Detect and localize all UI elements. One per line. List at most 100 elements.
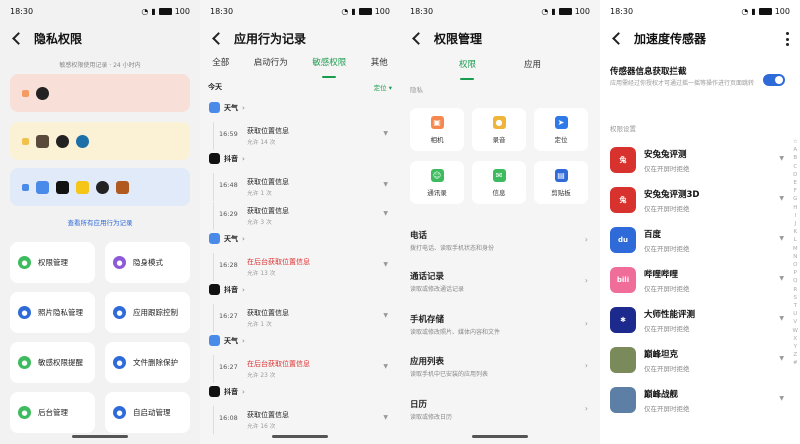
expand-icon[interactable]: ▼ [383, 261, 388, 268]
feature-tile[interactable]: ● 后台管理 [10, 392, 95, 433]
alphabet-letter[interactable]: R [793, 286, 798, 294]
permission-tile[interactable]: ● 录音 [472, 108, 526, 151]
expand-icon[interactable]: ▼ [383, 312, 388, 319]
alphabet-letter[interactable]: C [793, 163, 798, 171]
app-header-row[interactable]: 天气 › [209, 233, 245, 244]
tab-3[interactable]: 其他 [371, 56, 388, 74]
app-row[interactable]: 巅峰坦克 仅在开屏时拒绝 ▼ [610, 340, 786, 380]
dropdown-icon[interactable]: ▼ [779, 155, 784, 162]
alphabet-letter[interactable]: M [793, 245, 798, 253]
alphabet-letter[interactable]: K [793, 228, 798, 236]
back-icon[interactable] [610, 31, 624, 45]
permission-row[interactable]: 通话记录 读取或修改通话记录 › [410, 270, 590, 310]
app-row[interactable]: ✱ 大师性能评测 仅在开屏时拒绝 ▼ [610, 300, 786, 340]
expand-icon[interactable]: ▼ [383, 181, 388, 188]
alphabet-letter[interactable]: G [793, 195, 798, 203]
alphabet-letter[interactable]: H [793, 204, 798, 212]
permission-row[interactable]: 应用列表 读取手机中已安装的应用列表 › [410, 355, 590, 395]
expand-icon[interactable]: ▼ [383, 210, 388, 217]
feature-tile[interactable]: ● 应用跟踪控制 [105, 292, 190, 333]
alphabet-letter[interactable]: Y [793, 343, 798, 351]
alphabet-letter[interactable]: N [793, 253, 798, 261]
back-icon[interactable] [10, 31, 24, 45]
app-header-row[interactable]: 抖音 › [209, 153, 245, 164]
back-icon[interactable] [410, 31, 424, 45]
app-row[interactable]: du 百度 仅在开屏时拒绝 ▼ [610, 220, 786, 260]
app-row[interactable]: 兔安兔兔评测 仅在开屏时拒绝 ▼ [610, 140, 786, 180]
expand-icon[interactable]: ▼ [383, 130, 388, 137]
expand-icon[interactable]: ▼ [383, 414, 388, 421]
app-name: 天气 [224, 103, 238, 112]
event-text[interactable]: 获取位置信息 [247, 206, 289, 216]
view-all-records-link[interactable]: 查看所有应用行为记录 [0, 217, 200, 227]
alphabet-letter[interactable]: B [793, 154, 798, 162]
alphabet-letter[interactable]: # [793, 359, 798, 367]
dropdown-icon[interactable]: ▼ [779, 355, 784, 362]
app-row[interactable]: 兔安兔兔评测3D 仅在开屏时拒绝 ▼ [610, 180, 786, 220]
event-text[interactable]: 获取位置信息 [247, 126, 289, 136]
feature-tile[interactable]: ● 权限管理 [10, 242, 95, 283]
more-options-icon[interactable] [786, 32, 790, 46]
alphabet-letter[interactable]: I [793, 212, 798, 220]
alphabet-letter[interactable]: Q [793, 277, 798, 285]
alphabet-letter[interactable]: L [793, 236, 798, 244]
permission-row[interactable]: 日历 读取或修改日历 › [410, 398, 590, 438]
expand-icon[interactable]: ▼ [383, 363, 388, 370]
intercept-toggle[interactable] [763, 74, 785, 86]
permission-tile[interactable]: ➤ 定位 [534, 108, 588, 151]
alphabet-letter[interactable]: D [793, 171, 798, 179]
event-text[interactable]: 获取位置信息 [247, 410, 289, 420]
app-row[interactable]: 巅峰战舰 仅在开屏时拒绝 ▼ [610, 380, 786, 420]
alphabet-letter[interactable]: U [793, 310, 798, 318]
alphabet-index[interactable]: ☆ A B C D E F G H I J K L M N O P Q R S T U V W X Y Z # [793, 138, 798, 368]
alphabet-letter[interactable]: F [793, 187, 798, 195]
alphabet-letter[interactable]: W [793, 327, 798, 335]
alphabet-letter[interactable]: E [793, 179, 798, 187]
tab-2[interactable]: 敏感权限 [312, 56, 346, 78]
permission-tile[interactable]: ▤ 剪贴板 [534, 161, 588, 204]
alphabet-letter[interactable]: O [793, 261, 798, 269]
usage-card[interactable] [10, 122, 190, 160]
app-header-row[interactable]: 抖音 › [209, 386, 245, 397]
alphabet-letter[interactable]: V [793, 318, 798, 326]
alphabet-letter[interactable]: X [793, 335, 798, 343]
feature-tile[interactable]: ● 照片隐私管理 [10, 292, 95, 333]
permission-tile[interactable]: ✉ 信息 [472, 161, 526, 204]
app-header-row[interactable]: 抖音 › [209, 284, 245, 295]
alphabet-letter[interactable]: P [793, 269, 798, 277]
filter-dropdown[interactable]: 定位 ▾ [374, 82, 392, 92]
alphabet-letter[interactable]: A [793, 146, 798, 154]
permission-row[interactable]: 电话 拨打电话、读取手机状态和身份 › [410, 229, 590, 269]
back-icon[interactable] [210, 31, 224, 45]
app-header-row[interactable]: 天气 › [209, 335, 245, 346]
tab-0[interactable]: 全部 [212, 56, 229, 74]
tab-1[interactable]: 应用 [524, 58, 541, 76]
event-text[interactable]: 在后台获取位置信息 [247, 359, 310, 369]
tab-1[interactable]: 启动行为 [254, 56, 288, 74]
alphabet-letter[interactable]: Z [793, 351, 798, 359]
dropdown-icon[interactable]: ▼ [779, 395, 784, 402]
feature-tile[interactable]: ● 敏感权限提醒 [10, 342, 95, 383]
usage-card[interactable] [10, 168, 190, 206]
feature-tile[interactable]: ● 自启动管理 [105, 392, 190, 433]
alphabet-letter[interactable]: T [793, 302, 798, 310]
permission-tile[interactable]: ☺ 通讯录 [410, 161, 464, 204]
event-text[interactable]: 获取位置信息 [247, 308, 289, 318]
alphabet-letter[interactable]: ☆ [793, 138, 798, 146]
app-header-row[interactable]: 天气 › [209, 102, 245, 113]
permission-tile[interactable]: ▣ 相机 [410, 108, 464, 151]
event-text[interactable]: 获取位置信息 [247, 177, 289, 187]
dropdown-icon[interactable]: ▼ [779, 275, 784, 282]
feature-tile[interactable]: ● 隐身模式 [105, 242, 190, 283]
app-row[interactable]: bili 哔哩哔哩 仅在开屏时拒绝 ▼ [610, 260, 786, 300]
event-text[interactable]: 在后台获取位置信息 [247, 257, 310, 267]
dropdown-icon[interactable]: ▼ [779, 235, 784, 242]
dropdown-icon[interactable]: ▼ [779, 195, 784, 202]
tab-0[interactable]: 权限 [459, 58, 476, 80]
alphabet-letter[interactable]: J [793, 220, 798, 228]
permission-row[interactable]: 手机存储 读取或修改照片、媒体内容和文件 › [410, 313, 590, 353]
dropdown-icon[interactable]: ▼ [779, 315, 784, 322]
usage-card[interactable] [10, 74, 190, 112]
alphabet-letter[interactable]: S [793, 294, 798, 302]
feature-tile[interactable]: ● 文件删除保护 [105, 342, 190, 383]
